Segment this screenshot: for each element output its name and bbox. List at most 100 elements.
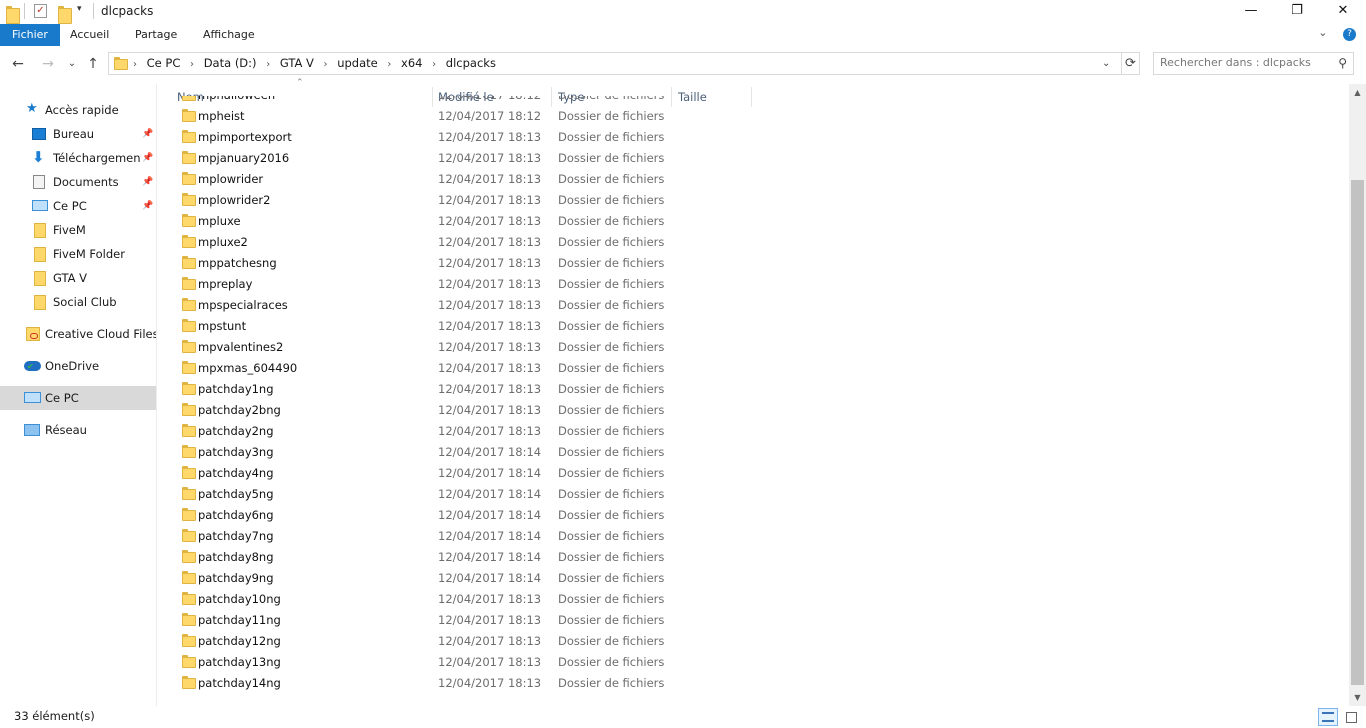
table-row[interactable]: mpvalentines2 12/04/2017 18:13 Dossier de … <box>174 337 734 358</box>
address-history-chevron-icon[interactable]: ⌄ <box>1102 54 1116 74</box>
tab-fichier[interactable]: Fichier <box>0 24 60 46</box>
up-button[interactable]: ↑ <box>83 54 103 74</box>
breadcrumb-item[interactable]: dlcpacks <box>446 56 496 70</box>
sidebar-item-telechargements[interactable]: ⬇ Téléchargements 📌 <box>0 146 156 170</box>
table-row[interactable]: mpxmas_604490 12/04/2017 18:13 Dossier de … <box>174 358 734 379</box>
recent-locations-button[interactable]: ⌄ <box>62 54 82 74</box>
file-date: 12/04/2017 18:13 <box>438 151 542 165</box>
pin-icon[interactable]: 📌 <box>142 146 153 170</box>
table-row[interactable]: patchday1ng 12/04/2017 18:13 Dossier de fi… <box>174 379 734 400</box>
table-row[interactable]: mppatchesng 12/04/2017 18:13 Dossier de fi… <box>174 253 734 274</box>
table-row[interactable]: mpspecialraces 12/04/2017 18:13 Dossier de… <box>174 295 734 316</box>
table-row[interactable]: mpheist 12/04/2017 18:12 Dossier de fichie… <box>174 106 734 127</box>
sidebar-item-label: OneDrive <box>45 359 100 373</box>
forward-button[interactable]: → <box>38 54 58 74</box>
sidebar-item-ce-pc[interactable]: Ce PC <box>0 386 156 410</box>
scroll-thumb[interactable] <box>1351 180 1364 685</box>
table-row[interactable]: mpimportexport 12/04/2017 18:13 Dossier de… <box>174 127 734 148</box>
table-row[interactable]: patchday2ng 12/04/2017 18:13 Dossier de fi… <box>174 421 734 442</box>
table-row[interactable]: patchday12ng 12/04/2017 18:13 Dossier de f… <box>174 631 734 652</box>
sidebar-item-social-club[interactable]: Social Club <box>0 290 156 314</box>
sidebar-item-onedrive[interactable]: ✔ OneDrive <box>0 354 156 378</box>
table-row[interactable]: patchday10ng 12/04/2017 18:13 Dossier de f… <box>174 589 734 610</box>
scroll-up-icon[interactable]: ▲ <box>1349 84 1366 101</box>
sidebar-item-reseau[interactable]: Réseau <box>0 418 156 442</box>
breadcrumb-item[interactable]: Data (D:) <box>204 56 257 70</box>
breadcrumb-separator[interactable]: › <box>324 59 328 70</box>
customize-toolbar-icon[interactable]: ▾ <box>77 4 82 20</box>
table-row[interactable]: mphalloween 12/04/2017 18:12 Dossier de fi… <box>174 96 734 106</box>
file-type: Dossier de fichiers <box>558 172 665 186</box>
folder-icon <box>182 319 196 332</box>
sidebar-item-fivem-folder[interactable]: FiveM Folder <box>0 242 156 266</box>
sidebar-item-gta-v[interactable]: GTA V <box>0 266 156 290</box>
search-input[interactable] <box>1160 56 1330 69</box>
table-row[interactable]: mplowrider 12/04/2017 18:13 Dossier de fic… <box>174 169 734 190</box>
back-button[interactable]: ← <box>8 54 28 74</box>
table-row[interactable]: mpluxe 12/04/2017 18:13 Dossier de fichier… <box>174 211 734 232</box>
search-box[interactable]: ⚲ <box>1153 52 1354 75</box>
table-row[interactable]: mplowrider2 12/04/2017 18:13 Dossier de fi… <box>174 190 734 211</box>
file-type: Dossier de fichiers <box>558 319 665 333</box>
folder-icon <box>182 676 196 689</box>
breadcrumb-item[interactable]: GTA V <box>280 56 314 70</box>
sidebar-item-documents[interactable]: Documents 📌 <box>0 170 156 194</box>
close-button[interactable]: ✕ <box>1320 0 1366 24</box>
pin-icon[interactable]: 📌 <box>142 122 153 146</box>
table-row[interactable]: mpjanuary2016 12/04/2017 18:13 Dossier de … <box>174 148 734 169</box>
breadcrumb-item[interactable]: x64 <box>401 56 422 70</box>
details-view-button[interactable] <box>1318 708 1338 726</box>
breadcrumb-item[interactable]: update <box>337 56 378 70</box>
breadcrumb-separator[interactable]: › <box>432 59 436 70</box>
table-row[interactable]: patchday2bng 12/04/2017 18:13 Dossier de f… <box>174 400 734 421</box>
sidebar-item-creative-cloud-files[interactable]: Creative Cloud Files <box>0 322 156 346</box>
table-row[interactable]: mpreplay 12/04/2017 18:13 Dossier de fichi… <box>174 274 734 295</box>
table-row[interactable]: patchday8ng 12/04/2017 18:14 Dossier de fi… <box>174 547 734 568</box>
folder-icon <box>182 550 196 563</box>
table-row[interactable]: patchday5ng 12/04/2017 18:14 Dossier de fi… <box>174 484 734 505</box>
table-row[interactable]: patchday4ng 12/04/2017 18:14 Dossier de fi… <box>174 463 734 484</box>
tab-accueil[interactable]: Accueil <box>58 24 121 46</box>
breadcrumb-item[interactable]: Ce PC <box>147 56 181 70</box>
address-bar[interactable]: › Ce PC › Data (D:) › GTA V › update › x… <box>108 52 1140 75</box>
minimize-button[interactable]: — <box>1228 0 1274 24</box>
sidebar-item-bureau[interactable]: Bureau 📌 <box>0 122 156 146</box>
table-row[interactable]: patchday14ng 12/04/2017 18:13 Dossier de f… <box>174 673 734 694</box>
large-icons-view-button[interactable] <box>1341 708 1361 726</box>
network-icon <box>24 424 40 436</box>
folder-icon[interactable] <box>6 6 20 24</box>
refresh-icon[interactable]: ⟳ <box>1121 52 1139 75</box>
creative-cloud-icon <box>26 327 40 341</box>
file-date: 12/04/2017 18:13 <box>438 235 542 249</box>
new-folder-icon[interactable] <box>58 6 72 24</box>
table-row[interactable]: mpstunt 12/04/2017 18:13 Dossier de fichie… <box>174 316 734 337</box>
tab-affichage[interactable]: Affichage <box>191 24 267 46</box>
help-icon[interactable]: ? <box>1343 28 1356 41</box>
vertical-scrollbar[interactable]: ▲ ▼ <box>1349 84 1366 706</box>
tab-partage[interactable]: Partage <box>123 24 189 46</box>
sidebar-item-acces-rapide[interactable]: ★ Accès rapide <box>0 98 156 122</box>
table-row[interactable]: mpluxe2 12/04/2017 18:13 Dossier de fichie… <box>174 232 734 253</box>
pin-icon[interactable]: 📌 <box>142 194 153 218</box>
table-row[interactable]: patchday6ng 12/04/2017 18:14 Dossier de fi… <box>174 505 734 526</box>
breadcrumb-separator[interactable]: › <box>266 59 270 70</box>
expand-ribbon-icon[interactable]: ⌄ <box>1318 26 1327 39</box>
file-name: patchday3ng <box>198 445 274 459</box>
table-row[interactable]: patchday3ng 12/04/2017 18:14 Dossier de fi… <box>174 442 734 463</box>
scroll-down-icon[interactable]: ▼ <box>1349 689 1366 706</box>
breadcrumb-separator[interactable]: › <box>387 59 391 70</box>
onedrive-icon: ✔ <box>24 361 41 371</box>
pin-icon[interactable]: 📌 <box>142 170 153 194</box>
table-row[interactable]: patchday13ng 12/04/2017 18:13 Dossier de f… <box>174 652 734 673</box>
maximize-button[interactable]: ❐ <box>1274 0 1320 24</box>
properties-icon[interactable]: ✓ <box>34 4 47 18</box>
table-row[interactable]: patchday11ng 12/04/2017 18:13 Dossier de f… <box>174 610 734 631</box>
file-date: 12/04/2017 18:13 <box>438 319 542 333</box>
table-row[interactable]: patchday7ng 12/04/2017 18:14 Dossier de fi… <box>174 526 734 547</box>
search-icon[interactable]: ⚲ <box>1338 56 1347 70</box>
table-row[interactable]: patchday9ng 12/04/2017 18:14 Dossier de fi… <box>174 568 734 589</box>
sidebar-item-ce-pc-pinned[interactable]: Ce PC 📌 <box>0 194 156 218</box>
file-type: Dossier de fichiers <box>558 130 665 144</box>
sidebar-item-fivem[interactable]: FiveM <box>0 218 156 242</box>
breadcrumb-separator[interactable]: › <box>190 59 194 70</box>
